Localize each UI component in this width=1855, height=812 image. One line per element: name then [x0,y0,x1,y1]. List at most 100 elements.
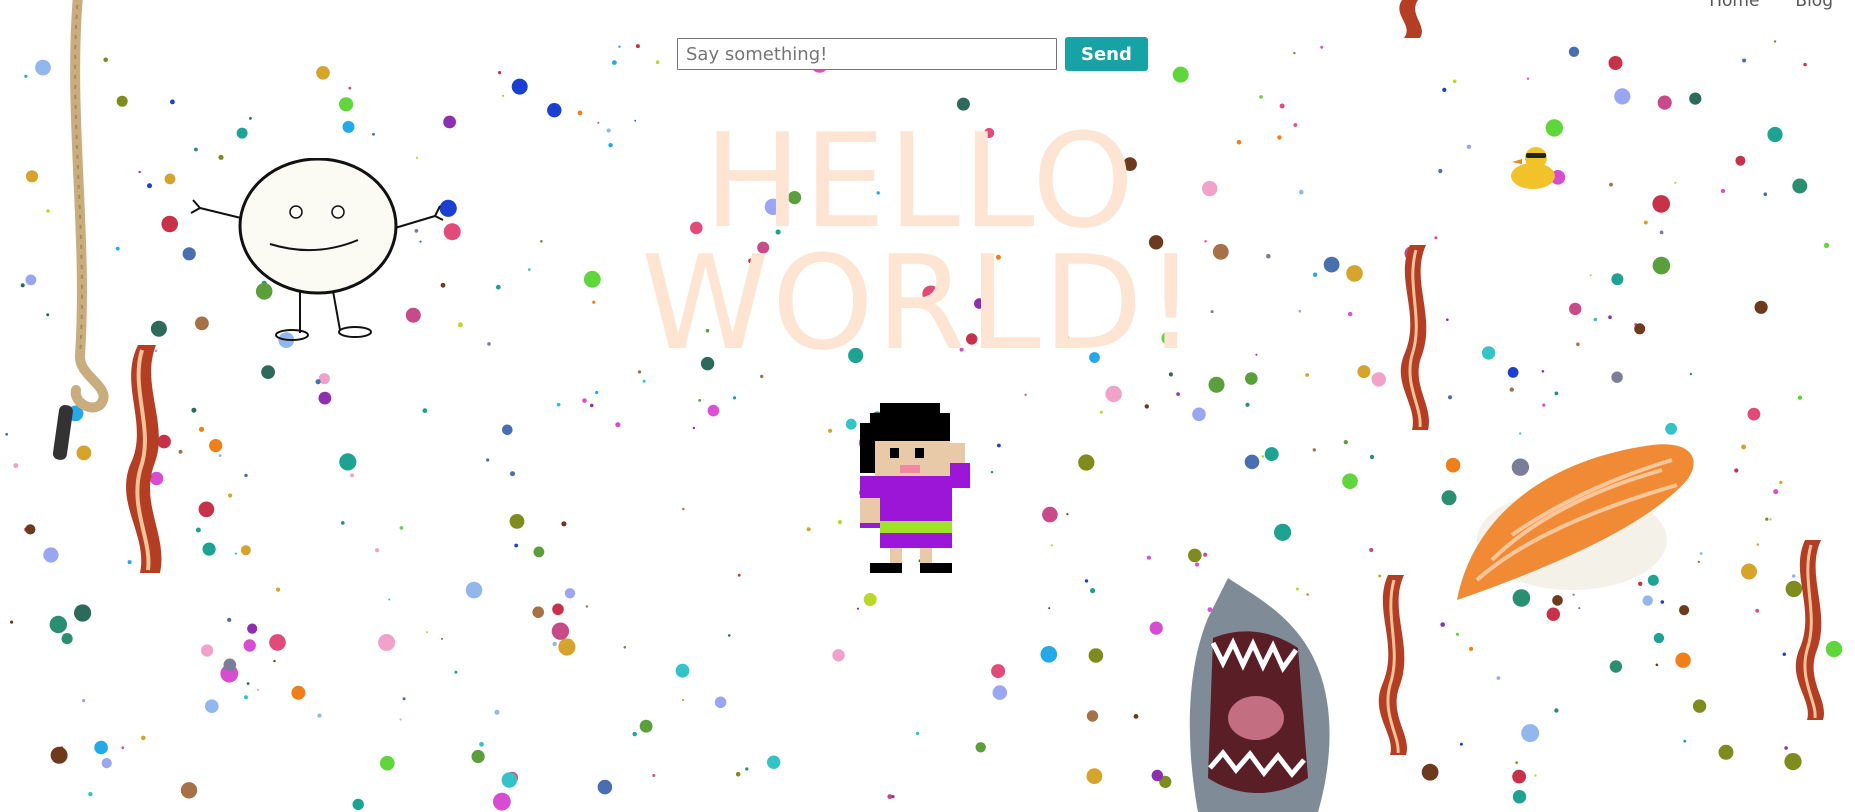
confetti-dot [1172,66,1189,83]
confetti-dot [223,658,237,672]
confetti-dot [1088,648,1104,663]
confetti-dot [180,782,198,799]
confetti-dot [1293,51,1296,55]
confetti-dot [837,520,843,525]
confetti-dot [82,699,86,703]
confetti-dot [249,117,252,120]
confetti-dot [597,779,613,795]
confetti-dot [1245,372,1258,385]
shark-icon [1189,578,1330,812]
confetti-dot [1452,79,1457,84]
confetti-dot [1779,480,1783,484]
confetti-dot [479,741,484,747]
confetti-dot [1421,763,1439,781]
confetti-dot [1192,407,1206,422]
confetti-dot [514,543,519,548]
confetti-dot [1144,404,1150,409]
confetti-dot [234,552,237,555]
confetti-dot [1305,373,1310,377]
confetti-dot [1496,676,1501,680]
confetti-dot [1481,346,1496,360]
rope-icon [52,0,109,460]
heading-line-2: WORLD! [641,227,1199,379]
confetti-dot [1526,77,1530,80]
confetti-dot [342,120,355,133]
confetti-dot [1086,710,1099,722]
confetti-dot [202,542,216,556]
confetti-dot [891,795,895,799]
confetti-dot [1024,393,1027,396]
confetti-dot [1298,309,1302,313]
confetti-dot [1643,220,1648,225]
confetti-dot [1773,40,1777,43]
confetti-dot [352,798,364,811]
confetti-dot [1609,660,1623,673]
confetti-dot [243,639,256,652]
confetti-dot [595,390,599,395]
confetti-dot [1369,547,1374,553]
confetti-dot [5,432,9,436]
confetti-dot [606,128,611,133]
confetti-dot [682,507,685,511]
nav-blog-link[interactable]: Blog [1795,0,1833,11]
confetti-dot [388,598,391,601]
confetti-dot [1747,407,1761,421]
confetti-dot [13,463,19,469]
confetti-dot [1797,395,1803,400]
confetti-dot [1293,123,1298,127]
message-input[interactable] [677,38,1057,70]
confetti-dot [551,622,570,640]
confetti-dot [564,588,576,599]
confetti-dot [1782,652,1787,656]
confetti-dot [1348,311,1353,317]
confetti-dot [728,634,731,637]
confetti-dot [1279,103,1285,109]
confetti-dot [399,526,404,530]
confetti-dot [1434,236,1438,240]
confetti-dot [1742,58,1747,63]
send-button[interactable]: Send [1065,37,1148,71]
confetti-dot [1784,746,1788,750]
confetti-dot [1803,62,1807,67]
confetti-dot [228,493,233,498]
confetti-dot [1545,119,1564,137]
confetti-dot [533,546,545,558]
confetti-dot [1149,621,1163,635]
confetti-dot [582,398,587,403]
confetti-dot [832,649,845,662]
confetti-dot [561,521,567,527]
confetti-dot [1657,95,1672,110]
confetti-dot [138,170,141,174]
confetti-dot [195,527,201,533]
confetti-dot [1259,95,1263,99]
confetti-dot [317,713,322,718]
nav-home-link[interactable]: Home [1709,0,1759,11]
confetti-dot [1683,739,1687,743]
confetti-dot [422,408,428,414]
confetti-dot [990,470,994,474]
chat-form: Send [677,37,1148,71]
confetti-dot [269,634,286,651]
confetti-dot [1792,178,1808,194]
confetti-dot [577,110,583,116]
confetti-dot [1554,708,1559,713]
confetti-dot [261,365,275,379]
confetti-dot [510,471,515,477]
confetti-dot [1608,56,1623,70]
confetti-dot [246,682,250,685]
confetti-dot [443,115,456,129]
confetti-dot [1466,144,1472,149]
confetti-dot [378,634,396,651]
confetti-dot [1274,523,1292,541]
confetti-dot [1048,607,1051,610]
confetti-dot [612,60,617,65]
confetti-dot [592,300,596,304]
bacon-icon [1400,245,1429,430]
confetti-dot [494,709,500,715]
confetti-dot [997,443,1001,448]
confetti-dot [273,659,276,663]
confetti-dot [1469,646,1474,652]
confetti-dot [737,573,741,577]
confetti-dot [1675,652,1691,668]
confetti-dot [1084,579,1089,583]
